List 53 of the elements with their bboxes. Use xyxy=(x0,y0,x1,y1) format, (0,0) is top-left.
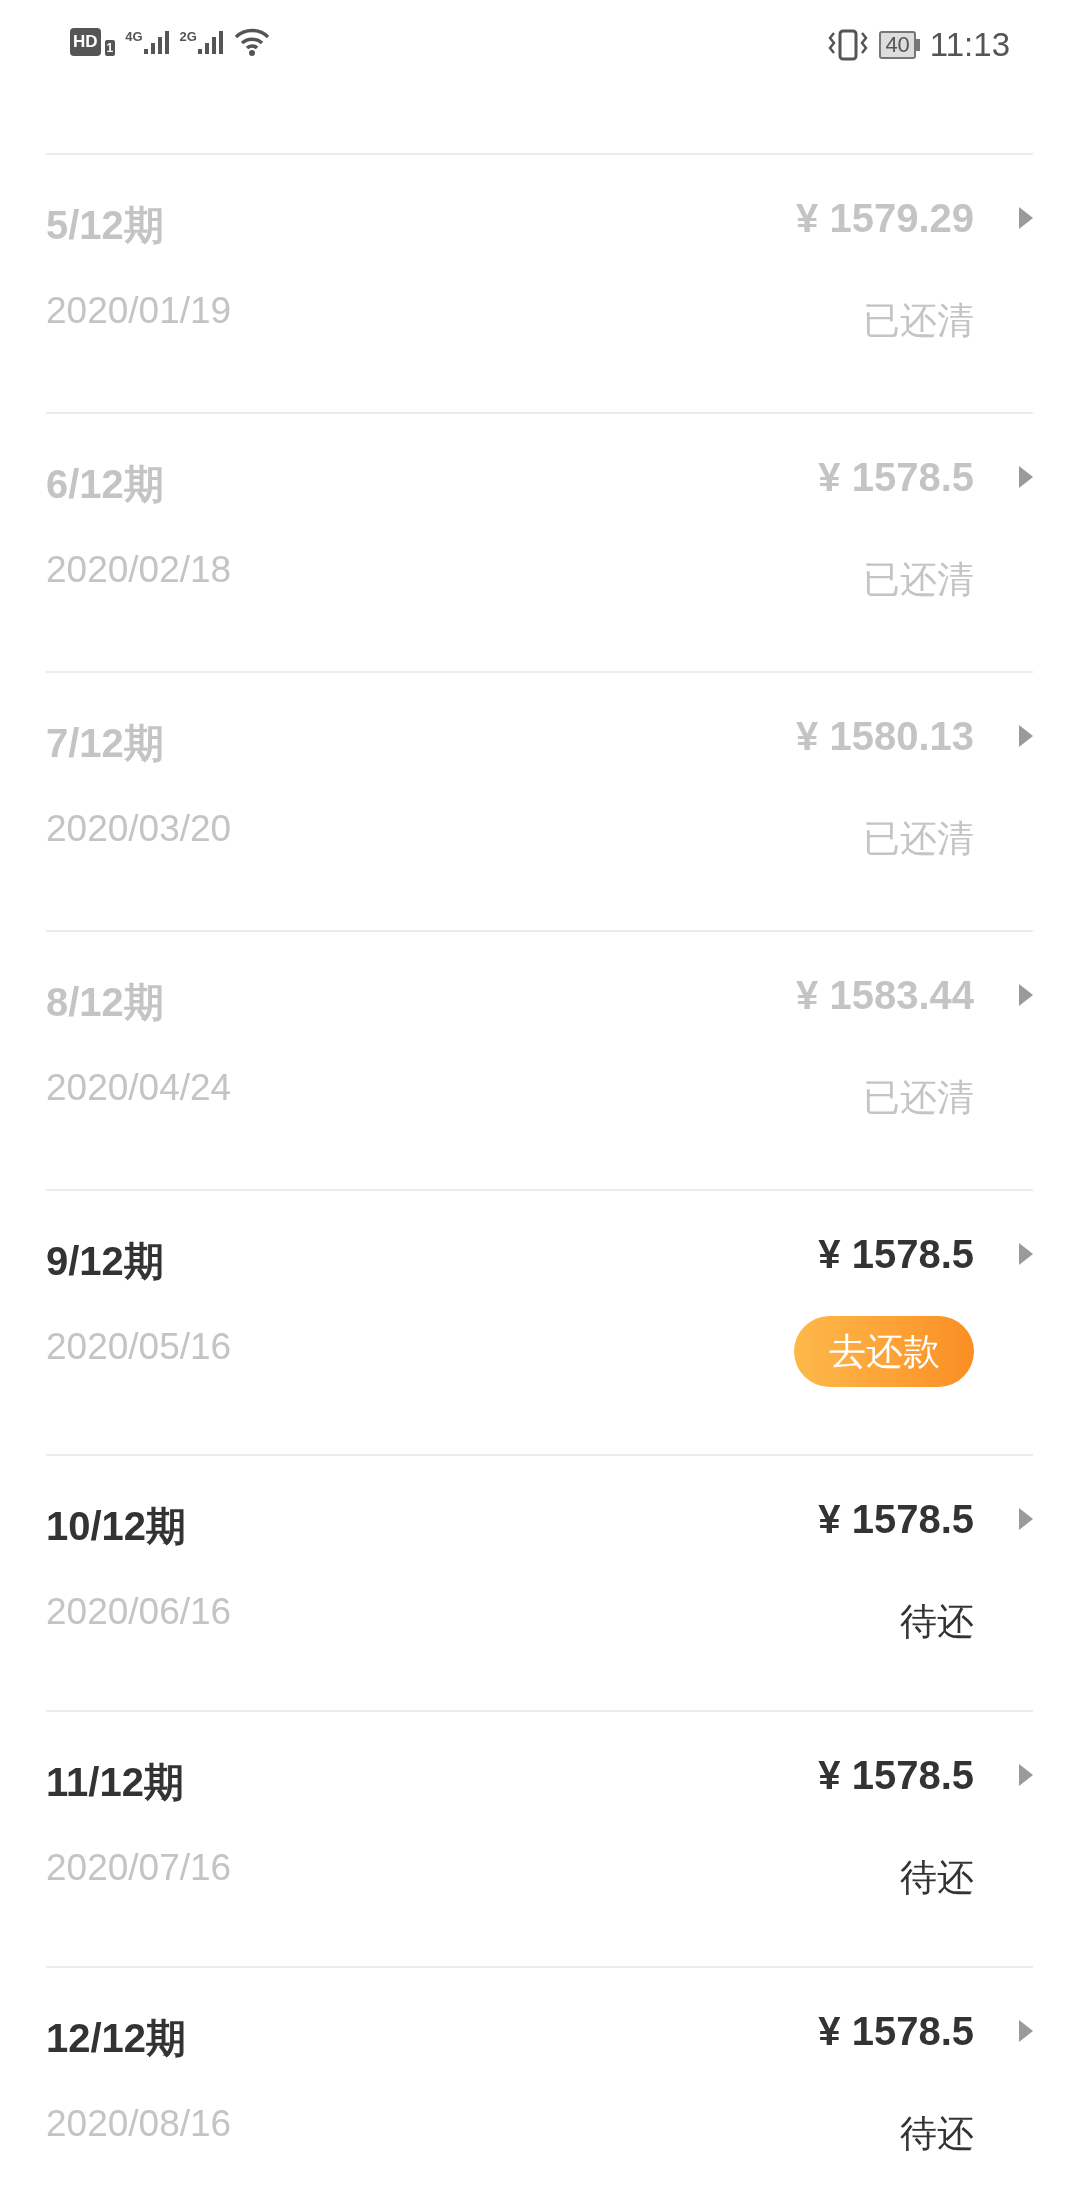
amount: ¥ 1579.29 xyxy=(796,195,974,242)
due-date: 2020/01/19 xyxy=(46,289,233,333)
installment-row[interactable]: 9/12期 2020/05/16 ¥ 1578.5 去还款 xyxy=(46,1189,1033,1454)
amount: ¥ 1578.5 xyxy=(818,1231,974,1278)
installment-row[interactable]: 6/12期 2020/02/18 ¥ 1578.5 已还清 xyxy=(46,412,1033,671)
chevron-right-icon xyxy=(1019,1243,1033,1265)
period-label: 6/12期 xyxy=(46,461,165,508)
hd-badge: HD xyxy=(70,28,101,56)
chevron-right-icon xyxy=(1019,1764,1033,1786)
clock: 11:13 xyxy=(929,28,1010,61)
installment-row[interactable]: 8/12期 2020/04/24 ¥ 1583.44 已还清 xyxy=(46,930,1033,1189)
status-label: 已还清 xyxy=(863,299,974,343)
period-label: 12/12期 xyxy=(46,2015,188,2062)
due-date: 2020/04/24 xyxy=(46,1066,233,1110)
sim-badge: 1 xyxy=(104,40,116,56)
period-label: 11/12期 xyxy=(46,1759,185,1806)
repay-button[interactable]: 去还款 xyxy=(794,1316,974,1387)
status-label: 待还 xyxy=(900,1856,974,1900)
amount: ¥ 1578.5 xyxy=(818,2008,974,2055)
chevron-right-icon xyxy=(1019,1508,1033,1530)
due-date: 2020/05/16 xyxy=(46,1325,233,1369)
vibrate-icon xyxy=(827,28,870,61)
chevron-right-icon xyxy=(1019,2020,1033,2042)
due-date: 2020/06/16 xyxy=(46,1590,233,1634)
chevron-right-icon xyxy=(1019,725,1033,747)
status-label: 待还 xyxy=(900,2112,974,2156)
amount: ¥ 1578.5 xyxy=(818,454,974,501)
installment-row[interactable]: 5/12期 2020/01/19 ¥ 1579.29 已还清 xyxy=(46,153,1033,412)
amount: ¥ 1583.44 xyxy=(796,972,974,1019)
status-label: 已还清 xyxy=(863,1076,974,1120)
status-label: 已还清 xyxy=(863,817,974,861)
period-label: 9/12期 xyxy=(46,1238,165,1285)
installment-row[interactable]: 7/12期 2020/03/20 ¥ 1580.13 已还清 xyxy=(46,671,1033,930)
period-label: 5/12期 xyxy=(46,202,165,249)
amount: ¥ 1578.5 xyxy=(818,1496,974,1543)
period-label: 10/12期 xyxy=(46,1503,188,1550)
period-label: 8/12期 xyxy=(46,979,165,1026)
due-date: 2020/08/16 xyxy=(46,2102,233,2146)
chevron-right-icon xyxy=(1019,466,1033,488)
wifi-icon xyxy=(233,28,270,56)
status-label: 已还清 xyxy=(863,558,974,602)
due-date: 2020/03/20 xyxy=(46,807,233,851)
chevron-right-icon xyxy=(1019,984,1033,1006)
amount: ¥ 1580.13 xyxy=(796,713,974,760)
due-date: 2020/07/16 xyxy=(46,1846,233,1890)
amount: ¥ 1578.5 xyxy=(818,1752,974,1799)
installment-row[interactable]: 10/12期 2020/06/16 ¥ 1578.5 待还 xyxy=(46,1454,1033,1710)
installment-row[interactable]: 12/12期 2020/08/16 ¥ 1578.5 待还 xyxy=(46,1966,1033,2185)
status-label: 待还 xyxy=(900,1600,974,1644)
due-date: 2020/02/18 xyxy=(46,548,233,592)
chevron-right-icon xyxy=(1019,207,1033,229)
installment-row[interactable]: 11/12期 2020/07/16 ¥ 1578.5 待还 xyxy=(46,1710,1033,1966)
period-label: 7/12期 xyxy=(46,720,165,767)
